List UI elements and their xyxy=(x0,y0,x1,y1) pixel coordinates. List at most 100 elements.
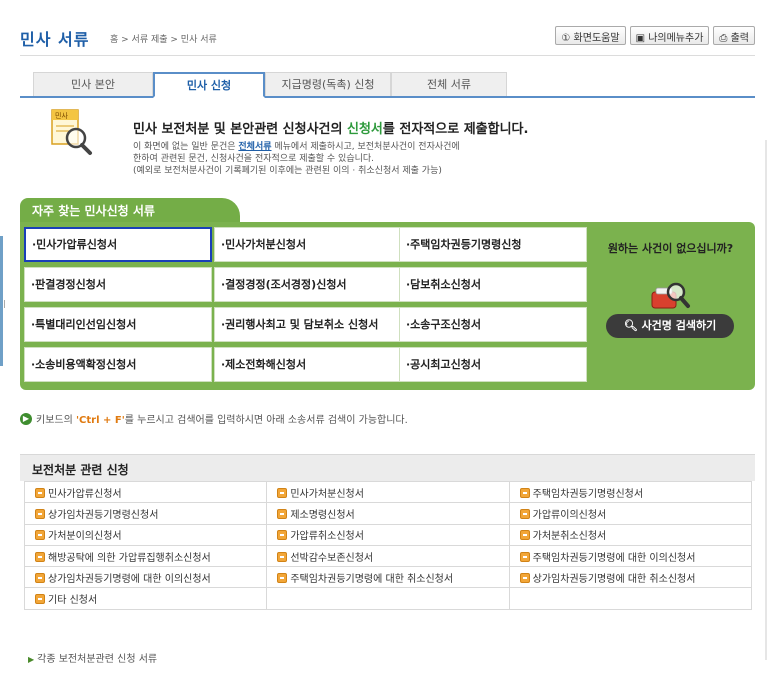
arrow-right-circle-icon: ▶ xyxy=(20,412,32,425)
document-icon xyxy=(35,487,45,498)
document-link[interactable]: 가처분취소신청서 xyxy=(533,531,607,542)
intro-description: 이 화면에 없는 일반 문건은 전체서류 메뉴에서 제출하시고, 보전처분사건이… xyxy=(133,141,460,177)
help-button[interactable]: ① 화면도움말 xyxy=(555,26,626,45)
tab-civil-application[interactable]: 민사 신청 xyxy=(153,72,265,98)
other-preservation-documents-label: 각종 보전처분관련 신청 서류 xyxy=(37,654,158,665)
document-link[interactable]: 제소명령신청서 xyxy=(290,510,354,521)
frequent-item[interactable]: ·소송구조신청서 xyxy=(399,307,587,342)
preservation-documents-table: 민사가압류신청서 민사가처분신청서 주택임차권등기명령신청서상가임차권등기명령신청서… xyxy=(23,480,753,610)
page-title: 민사 서류 xyxy=(20,30,90,49)
all-documents-link[interactable]: 전체서류 xyxy=(238,142,271,152)
frequent-item[interactable]: ·소송비용액확정신청서 xyxy=(24,347,212,382)
add-my-menu-button[interactable]: ▣ 나의메뉴추가 xyxy=(629,26,710,45)
table-cell[interactable]: 민사가압류신청서 xyxy=(23,480,268,504)
preservation-section-title: 보전처분 관련 신청 xyxy=(32,463,129,477)
intro-heading: 민사 보전처분 및 본안관련 신청사건의 신청서를 전자적으로 제출합니다. xyxy=(133,118,528,137)
document-icon xyxy=(519,572,530,583)
document-link[interactable]: 해방공탁에 의한 가압류집행취소신청서 xyxy=(48,553,211,564)
left-accent-bar xyxy=(0,236,3,366)
table-cell[interactable]: 상가임차권등기명령에 대한 이의신청서 xyxy=(23,566,268,589)
tip-text-before: 키보드의 xyxy=(36,415,76,426)
search-tip: ▶ 키보드의 'Ctrl + F'를 누르시고 검색어를 입력하시면 아래 소송… xyxy=(20,411,408,426)
document-icon xyxy=(35,572,45,583)
document-icon xyxy=(519,508,530,519)
document-link[interactable]: 가처분이의신청서 xyxy=(48,531,122,542)
table-row: 기타 신청서 xyxy=(23,587,753,610)
document-link[interactable]: 가압류취소신청서 xyxy=(290,531,364,542)
intro-line-1-after: 메뉴에서 제출하시고, 보전처분사건이 전자사건에 xyxy=(271,142,460,152)
table-row: 상가임차권등기명령신청서 제소명령신청서 가압류이의신청서 xyxy=(23,502,753,525)
table-cell[interactable]: 민사가처분신청서 xyxy=(266,480,510,504)
frequent-item[interactable]: ·민사가처분신청서 xyxy=(214,227,402,262)
frequent-item[interactable]: ·특별대리인선임신청서 xyxy=(24,307,212,342)
document-icon xyxy=(35,530,45,541)
table-cell xyxy=(508,587,753,610)
document-icon xyxy=(35,594,45,605)
table-cell[interactable]: 주택임차권등기명령에 대한 이의신청서 xyxy=(508,544,753,568)
tab-all-documents[interactable]: 전체 서류 xyxy=(391,72,507,96)
document-link[interactable]: 주택임차권등기명령에 대한 취소신청서 xyxy=(290,574,453,585)
intro-heading-part2: 를 전자적으로 제출합니다. xyxy=(382,122,529,137)
frequent-item[interactable]: ·판결경정신청서 xyxy=(24,267,212,302)
table-row: 가처분이의신청서 가압류취소신청서 가처분취소신청서 xyxy=(23,523,753,546)
table-cell[interactable]: 해방공탁에 의한 가압류집행취소신청서 xyxy=(23,544,268,568)
document-link[interactable]: 선박감수보존신청서 xyxy=(290,553,373,564)
document-link[interactable]: 주택임차권등기명령신청서 xyxy=(533,489,643,500)
document-icon-label: 민사 xyxy=(55,111,68,120)
document-icon xyxy=(277,530,288,541)
document-icon xyxy=(35,508,45,519)
intro-line-1: 이 화면에 없는 일반 문건은 전체서류 메뉴에서 제출하시고, 보전처분사건이… xyxy=(133,141,460,153)
document-icon xyxy=(277,551,288,562)
arrow-right-icon: ▶ xyxy=(28,655,35,664)
case-search-icon xyxy=(648,278,692,312)
table-cell[interactable]: 기타 신청서 xyxy=(23,587,268,610)
document-link[interactable]: 주택임차권등기명령에 대한 이의신청서 xyxy=(533,553,696,564)
right-divider xyxy=(765,140,767,660)
tip-text: 키보드의 'Ctrl + F'를 누르시고 검색어를 입력하시면 아래 소송서류… xyxy=(36,411,408,426)
table-cell[interactable]: 가처분이의신청서 xyxy=(23,523,268,546)
tip-text-after: 를 누르시고 검색어를 입력하시면 아래 소송서류 검색이 가능합니다. xyxy=(124,415,408,426)
table-cell[interactable]: 가압류취소신청서 xyxy=(266,523,510,546)
other-preservation-documents-link[interactable]: ▶ 각종 보전처분관련 신청 서류 xyxy=(28,650,157,665)
document-link[interactable]: 상가임차권등기명령에 대한 취소신청서 xyxy=(533,574,696,585)
printer-icon: ⎙ xyxy=(719,33,728,44)
document-link[interactable]: 민사가처분신청서 xyxy=(290,489,364,500)
frequent-item[interactable]: ·담보취소신청서 xyxy=(399,267,587,302)
frequent-item[interactable]: ·민사가압류신청서 xyxy=(24,227,212,262)
table-cell[interactable]: 주택임차권등기명령신청서 xyxy=(508,480,753,504)
case-name-search-button[interactable]: 🔍︎ 사건명 검색하기 xyxy=(606,314,734,338)
document-link[interactable]: 가압류이의신청서 xyxy=(533,510,607,521)
intro-line-1-before: 이 화면에 없는 일반 문건은 xyxy=(133,142,239,152)
frequent-item[interactable]: ·공시최고신청서 xyxy=(399,347,587,382)
document-link[interactable]: 상가임차권등기명령신청서 xyxy=(48,510,158,521)
frequent-item[interactable]: ·권리행사최고 및 담보취소 신청서 xyxy=(214,307,402,342)
document-search-icon: 민사 xyxy=(50,108,94,156)
document-link[interactable]: 기타 신청서 xyxy=(48,595,97,606)
table-cell[interactable]: 선박감수보존신청서 xyxy=(266,544,510,568)
table-cell[interactable]: 제소명령신청서 xyxy=(266,502,510,525)
document-icon xyxy=(35,551,45,562)
preservation-section-header: 보전처분 관련 신청 xyxy=(20,454,755,481)
tab-civil-main[interactable]: 민사 본안 xyxy=(33,72,153,96)
table-cell[interactable]: 가압류이의신청서 xyxy=(508,502,753,525)
intro-heading-part1: 민사 보전처분 및 본안관련 신청사건의 xyxy=(133,122,347,137)
document-icon xyxy=(277,487,288,498)
frequent-item[interactable]: ·제소전화해신청서 xyxy=(214,347,402,382)
print-label: 출력 xyxy=(730,33,749,44)
table-cell[interactable]: 주택임차권등기명령에 대한 취소신청서 xyxy=(266,566,510,589)
page-header: 민사 서류 홈 > 서류 제출 > 민사 서류 ① 화면도움말 ▣ 나의메뉴추가… xyxy=(20,20,755,56)
document-link[interactable]: 상가임차권등기명령에 대한 이의신청서 xyxy=(48,574,211,585)
frequent-item[interactable]: ·주택임차권등기명령신청 xyxy=(399,227,587,262)
frequent-item[interactable]: ·결정경정(조서경정)신청서 xyxy=(214,267,402,302)
intro-heading-highlight: 신청서 xyxy=(347,122,383,137)
tab-payment-order[interactable]: 지급명령(독촉) 신청 xyxy=(265,72,391,96)
tip-shortcut: 'Ctrl + F' xyxy=(75,415,125,426)
print-button[interactable]: ⎙ 출력 xyxy=(713,26,755,45)
table-cell[interactable]: 상가임차권등기명령신청서 xyxy=(23,502,268,525)
add-my-menu-label: 나의메뉴추가 xyxy=(648,33,704,44)
table-cell[interactable]: 가처분취소신청서 xyxy=(508,523,753,546)
document-link[interactable]: 민사가압류신청서 xyxy=(48,489,122,500)
breadcrumb[interactable]: 홈 > 서류 제출 > 민사 서류 xyxy=(110,32,217,45)
table-cell[interactable]: 상가임차권등기명령에 대한 취소신청서 xyxy=(508,566,753,589)
document-icon xyxy=(277,508,288,519)
